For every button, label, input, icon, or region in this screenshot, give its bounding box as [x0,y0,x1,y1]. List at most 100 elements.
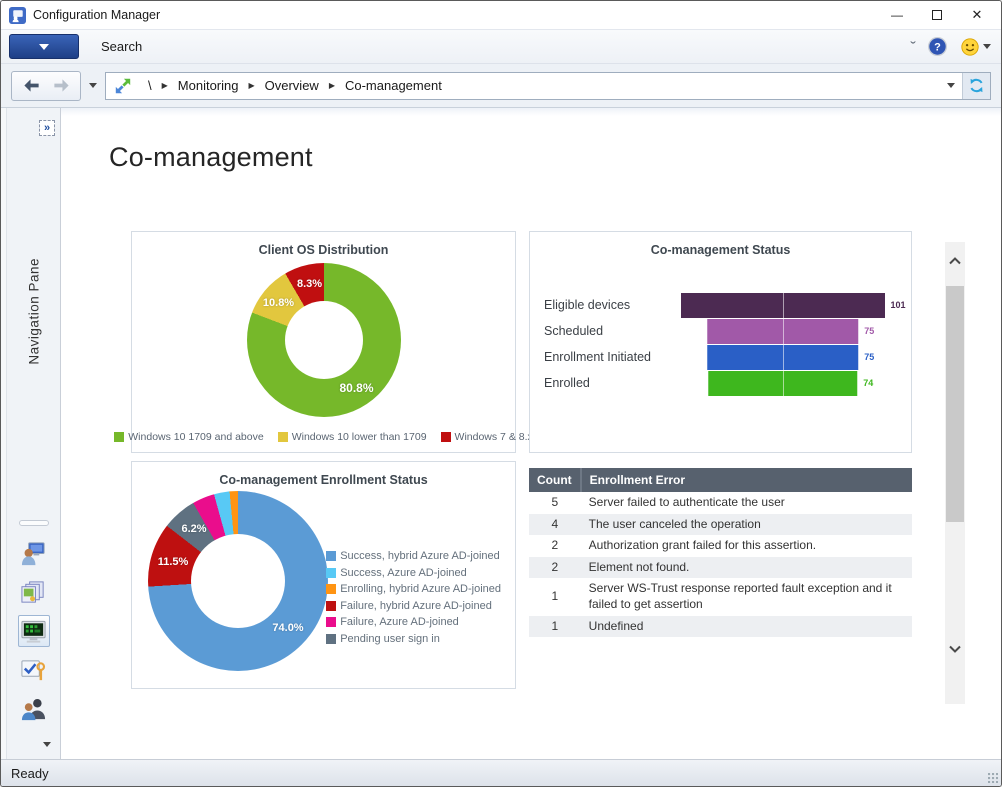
funnel-category: Enrolled [544,371,662,397]
legend-item: Enrolling, hybrid Azure AD-joined [326,583,501,595]
back-arrow-icon [22,76,41,95]
back-button[interactable] [16,73,46,99]
tab-search[interactable]: Search [101,39,911,54]
minimize-button[interactable]: — [877,3,917,27]
workspace-monitoring[interactable] [18,615,50,647]
table-row[interactable]: 2Authorization grant failed for this ass… [529,535,912,557]
slice-label: 11.5% [158,556,189,568]
ribbon-tab-row: Search ˇ ? [1,29,1001,63]
workspace-software-library[interactable] [18,576,50,608]
close-button[interactable]: ✕ [957,3,997,27]
enrollment-error-table: Count Enrollment Error 5Server failed to… [529,468,912,637]
breadcrumb-separator-icon[interactable]: ▶ [160,81,170,90]
app-menu-button[interactable] [9,34,79,59]
app-window: Configuration Manager — ✕ Search ˇ ? [0,0,1002,787]
client-os-donut-chart[interactable]: 80.8% 10.8% 8.3% [247,263,401,417]
refresh-button[interactable] [962,73,990,99]
forward-arrow-icon [52,76,71,95]
app-menu-caret-icon [39,44,49,50]
refresh-icon [968,77,985,94]
workspace-administration[interactable] [18,654,50,686]
feedback-button[interactable] [960,37,991,57]
funnel-value: 101 [891,300,906,310]
co-management-dashboard: Client OS Distribution 80.8% 10.8% 8.3% … [131,231,1001,689]
ribbon-collapse-icon[interactable]: ˇ [911,41,916,53]
column-header-count[interactable]: Count [529,468,581,492]
table-row[interactable]: 4The user canceled the operation [529,514,912,536]
maximize-button[interactable] [917,3,957,27]
expand-navigation-pane-button[interactable]: » [39,120,55,136]
breadcrumb-item-co-management[interactable]: Co-management [337,78,450,93]
funnel-labels: Eligible devices Scheduled Enrollment In… [544,293,662,397]
slice-label: 8.3% [297,278,322,290]
workspace-splitter-grip[interactable] [19,520,49,526]
enrollment-status-donut-chart[interactable]: 74.0% 11.5% 6.2% [148,491,328,671]
breadcrumb-separator-icon[interactable]: ▶ [246,81,256,90]
legend-swatch [114,432,124,442]
resize-grip[interactable] [988,773,998,783]
assets-and-compliance-icon [20,540,47,567]
feedback-caret-icon [983,44,991,49]
enrollment-status-legend: Success, hybrid Azure AD-joined Success,… [326,550,501,645]
community-icon [20,696,47,723]
navigation-pane-label[interactable]: Navigation Pane [26,258,41,365]
breadcrumb-root[interactable]: \ [140,78,160,93]
breadcrumb-separator-icon[interactable]: ▶ [327,81,337,90]
workspace-community[interactable] [18,693,50,725]
panel-enrollment-error-table: Count Enrollment Error 5Server failed to… [529,461,912,689]
slice-label: 80.8% [339,381,373,395]
scroll-up-button[interactable] [945,252,965,270]
co-management-status-funnel: Eligible devices Scheduled Enrollment In… [530,293,911,397]
address-bar-row: \ ▶ Monitoring ▶ Overview ▶ Co-managemen… [1,63,1001,107]
scrollbar-thumb[interactable] [946,286,964,522]
funnel-category: Scheduled [544,319,662,345]
main-content: Co-management Client OS Distribution 80.… [61,108,1001,759]
workspace-assets-and-compliance[interactable] [18,537,50,569]
column-header-enrollment-error[interactable]: Enrollment Error [581,468,912,492]
table-header-row: Count Enrollment Error [529,468,912,492]
legend-swatch [441,432,451,442]
legend-swatch [326,601,336,611]
legend-item: Pending user sign in [326,633,501,645]
navigation-pane-collapsed: » Navigation Pane [7,108,61,759]
workspace-buttons [7,520,60,725]
legend-item: Windows 7 & 8.x [441,431,533,443]
content-top-band [61,108,1001,116]
funnel-category: Eligible devices [544,293,662,319]
table-row[interactable]: 1Undefined [529,616,912,638]
funnel-value: 74 [863,378,873,388]
legend-item: Failure, Azure AD-joined [326,616,501,628]
table-row[interactable]: 2Element not found. [529,557,912,579]
panel-co-management-status: Co-management Status Eligible devices Sc… [529,231,912,453]
slice-label: 6.2% [181,523,206,535]
history-nav-buttons [11,71,81,101]
slice-label: 74.0% [272,622,303,634]
funnel-value: 75 [864,352,874,362]
legend-swatch [278,432,288,442]
app-logo-icon [9,7,26,24]
workspace-overflow-caret-icon[interactable] [43,742,51,747]
address-dropdown-button[interactable] [940,73,962,99]
vertical-scrollbar[interactable] [945,242,965,704]
donut-hole [191,534,285,628]
scroll-down-button[interactable] [945,640,965,658]
table-row[interactable]: 1Server WS-Trust response reported fault… [529,578,912,615]
status-bar: Ready [1,759,1001,786]
funnel-category: Enrollment Initiated [544,345,662,371]
ribbon-right-controls: ˇ ? [911,36,991,57]
breadcrumb-item-monitoring[interactable]: Monitoring [170,78,247,93]
funnel-bars: 101 75 75 7 [662,293,903,397]
help-icon[interactable]: ? [927,36,948,57]
status-text: Ready [11,766,49,781]
forward-button[interactable] [46,73,76,99]
administration-icon [20,657,47,684]
breadcrumb-item-overview[interactable]: Overview [257,78,327,93]
table-row[interactable]: 5Server failed to authenticate the user [529,492,912,514]
funnel-value: 75 [864,326,874,336]
history-dropdown-icon[interactable] [89,83,97,88]
legend-swatch [326,584,336,594]
monitoring-icon [20,618,47,645]
panel-client-os-distribution: Client OS Distribution 80.8% 10.8% 8.3% … [131,231,516,453]
title-bar: Configuration Manager — ✕ [1,1,1001,29]
slice-label: 10.8% [263,297,294,309]
